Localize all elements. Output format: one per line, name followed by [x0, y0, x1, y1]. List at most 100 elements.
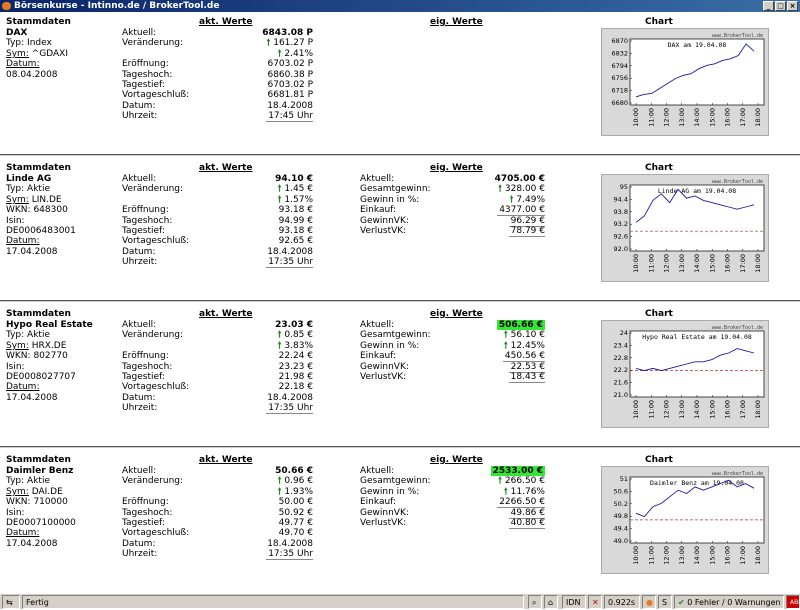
magnifier-icon[interactable]: ⌕ — [528, 595, 542, 609]
y-tick-label: 6870 — [611, 37, 628, 45]
y-tick-label: 49.8 — [614, 512, 628, 520]
x-tick-label: 18:00 — [754, 254, 762, 273]
validator-status[interactable]: ✔ 0 Fehler / 0 Warnungen — [674, 595, 784, 609]
einkauf-value: 4377.00 € — [497, 205, 545, 217]
x-tick-label: 11:00 — [647, 546, 655, 565]
aktuell-value: 23.03 € — [275, 320, 313, 330]
uhrzeit-value: 17:45 Uhr — [266, 111, 313, 123]
y-tick-label: 51 — [620, 475, 628, 483]
x-tick-label: 16:00 — [724, 108, 732, 127]
sym-link[interactable]: Sym: — [6, 49, 29, 59]
eig-values: 506.66 € 🠕 56.10 € 🠕 12.45% 450.56 €22.53 €… — [455, 320, 545, 383]
akt-values: 94.10 € 🠕 1.45 € 🠕 1.57% 93.18 €94.99 €93.1… — [225, 174, 313, 269]
gewinn-pct-value: 7.49% — [516, 194, 545, 205]
y-tick-label: 24 — [620, 329, 628, 337]
gewinn-pct-value: 12.45% — [510, 340, 545, 351]
tagestief-value: 6703.02 P — [267, 79, 313, 90]
arrow-up-icon: 🠕 — [266, 38, 271, 49]
datum-link[interactable]: Datum: — [6, 59, 111, 69]
adblock-icon[interactable]: ABP — [786, 595, 800, 609]
aktuell-value: 94.10 € — [275, 174, 313, 184]
akt-label: Aktuell: — [122, 28, 157, 38]
datum-link[interactable]: Datum: — [6, 236, 111, 246]
typ-value: Aktie — [27, 184, 50, 195]
chart-svg: www.BrokerTool.de DAX am 19.04.08 6870 6832… — [611, 33, 765, 127]
sym-link[interactable]: Sym: — [6, 195, 29, 205]
block-icon[interactable]: ✕ — [588, 595, 602, 609]
typ-value: Aktie — [27, 330, 50, 341]
gewinnvk-value: 22.53 € — [508, 361, 545, 373]
vortageschluss-value: 92.65 € — [278, 236, 313, 247]
firefox-status-icon[interactable]: ● — [642, 595, 656, 609]
sym-value: DAI.DE — [31, 486, 63, 497]
y-tick-label: 92.0 — [614, 245, 628, 253]
akt-label — [122, 341, 189, 351]
akt-label: Tageshoch: — [122, 215, 173, 226]
arrow-up-icon: 🠕 — [277, 476, 282, 487]
veraenderung-pct: 2.41% — [284, 48, 313, 59]
x-tick-label: 14:00 — [693, 108, 701, 127]
x-tick-label: 12:00 — [663, 400, 671, 419]
verlustvk-value: 40.80 € — [508, 517, 545, 529]
intraday-chart[interactable]: www.BrokerTool.de Daimler Benz am 19.04.0… — [601, 466, 769, 574]
veraenderung-value: 161.27 P — [273, 38, 313, 49]
stammdaten-block: DAX Typ: Index Sym: ^GDAXI Datum: 08.04.2008 — [6, 28, 111, 80]
sym-link[interactable]: Sym: — [6, 487, 29, 497]
header-akt-werte[interactable]: akt. Werte — [199, 163, 252, 173]
tageshoch-value: 6860.38 P — [267, 69, 313, 80]
home-icon[interactable]: ⌂ — [544, 595, 558, 609]
arrow-up-icon: 🠕 — [277, 330, 282, 341]
gewinn-pct-value: 11.76% — [510, 486, 545, 497]
header-akt-werte[interactable]: akt. Werte — [199, 309, 252, 319]
akt-labels: Aktuell: Veränderung: Eröffnung: Tageshoch:… — [122, 466, 189, 560]
intraday-chart[interactable]: www.BrokerTool.de Hypo Real Estate am 19.… — [601, 320, 769, 428]
x-tick-label: 17:00 — [739, 546, 747, 565]
chart-watermark: www.BrokerTool.de — [712, 33, 763, 39]
akt-label: Datum: — [122, 392, 156, 403]
sym-link[interactable]: Sym: — [6, 341, 29, 351]
x-tick-label: 10:00 — [632, 254, 640, 273]
intraday-chart[interactable]: www.BrokerTool.de DAX am 19.04.08 6870 6832… — [601, 28, 769, 136]
gesamtgewinn-value: 266.50 € — [504, 476, 545, 487]
maximize-button[interactable]: □ — [775, 1, 786, 11]
eig-labels: Aktuell: Gesamtgewinn: Gewinn in %: Einkauf… — [360, 320, 431, 382]
header-chart: Chart — [645, 309, 673, 319]
isin-value: DE0008027707 — [6, 372, 76, 383]
x-tick-label: 15:00 — [708, 108, 716, 127]
datum-link[interactable]: Datum: — [6, 528, 111, 538]
header-eig-werte[interactable]: eig. Werte — [430, 455, 483, 465]
datum-akt-value: 18.4.2008 — [267, 538, 313, 549]
s-icon[interactable]: S — [658, 595, 672, 609]
header-eig-werte[interactable]: eig. Werte — [430, 17, 483, 27]
idn-badge: IDN — [562, 595, 586, 609]
check-icon: ✔ — [678, 598, 685, 607]
eig-label: Einkauf: — [360, 497, 397, 508]
x-tick-label: 15:00 — [708, 546, 716, 565]
y-tick-label: 6718 — [611, 87, 628, 95]
x-tick-label: 16:00 — [724, 546, 732, 565]
intraday-chart[interactable]: www.BrokerTool.de Linde AG am 19.04.08 95 9… — [601, 174, 769, 282]
arrow-up-icon: 🠕 — [277, 48, 282, 59]
akt-label: Tagestief: — [122, 225, 165, 236]
y-tick-label: 23.4 — [614, 341, 628, 349]
header-akt-werte[interactable]: akt. Werte — [199, 17, 252, 27]
eig-label: Aktuell: — [360, 174, 395, 184]
akt-labels: Aktuell: Veränderung: Eröffnung: Tageshoch:… — [122, 320, 189, 414]
akt-label: Uhrzeit: — [122, 257, 158, 268]
minimize-button[interactable]: _ — [763, 1, 774, 11]
eig-label: Gewinn in %: — [360, 340, 420, 351]
stammdaten-block: Linde AG Typ: Aktie Sym: LIN.DE WKN: 648300… — [6, 174, 111, 257]
header-eig-werte[interactable]: eig. Werte — [430, 309, 483, 319]
akt-label: Uhrzeit: — [122, 111, 158, 122]
header-eig-werte[interactable]: eig. Werte — [430, 163, 483, 173]
aktuell-value: 6843.08 P — [262, 28, 313, 38]
uhrzeit-value: 17:35 Uhr — [266, 403, 313, 415]
x-tick-label: 18:00 — [754, 108, 762, 127]
close-button[interactable]: × — [787, 1, 798, 11]
veraenderung-value: 0.96 € — [284, 476, 313, 487]
einkauf-value: 450.56 € — [502, 351, 545, 363]
datum-link[interactable]: Datum: — [6, 382, 111, 392]
isin-value: DE0007100000 — [6, 518, 76, 529]
akt-label: Tagestief: — [122, 79, 165, 90]
header-akt-werte[interactable]: akt. Werte — [199, 455, 252, 465]
